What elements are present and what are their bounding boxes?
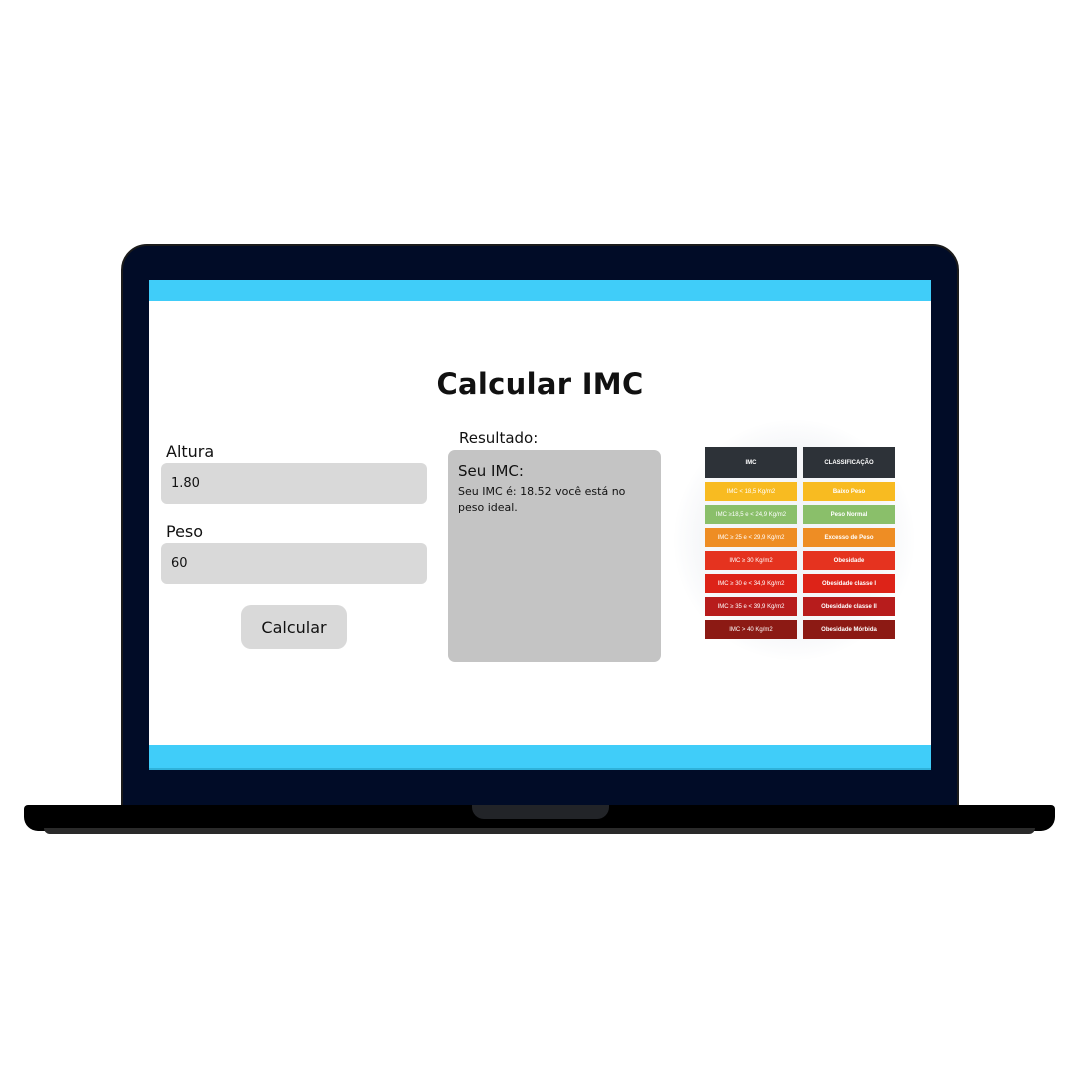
table-cell-range: IMC ≥18,5 e < 24,9 Kg/m2 [705,505,797,524]
table-cell-range: IMC ≥ 35 e < 39,9 Kg/m2 [705,597,797,616]
table-row: IMC ≥ 30 e < 34,9 Kg/m2 Obesidade classe … [705,574,895,593]
table-header-row: IMC CLASSIFICAÇÃO [705,447,895,478]
top-accent-bar [149,280,931,301]
page-title: Calcular IMC [436,367,644,401]
table-header-classificacao: CLASSIFICAÇÃO [803,447,895,478]
altura-label: Altura [166,442,215,461]
altura-input[interactable]: 1.80 [161,463,427,504]
laptop-mockup: Calcular IMC Altura 1.80 Peso 60 Calcula… [0,0,1080,1080]
imc-classification-table: IMC CLASSIFICAÇÃO IMC < 18,5 Kg/m2 Baixo … [705,447,895,643]
result-heading: Seu IMC: [458,462,524,480]
result-label: Resultado: [459,429,539,447]
table-row: IMC ≥ 25 e < 29,9 Kg/m2 Excesso de Peso [705,528,895,547]
result-box: Seu IMC: Seu IMC é: 18.52 você está no p… [448,450,661,662]
peso-input-value: 60 [171,556,188,571]
table-cell-classification: Peso Normal [803,505,895,524]
table-row: IMC ≥ 30 Kg/m2 Obesidade [705,551,895,570]
peso-label: Peso [166,522,204,541]
table-cell-classification: Obesidade [803,551,895,570]
peso-input[interactable]: 60 [161,543,427,584]
table-cell-range: IMC ≥ 30 Kg/m2 [705,551,797,570]
table-body: IMC < 18,5 Kg/m2 Baixo Peso IMC ≥18,5 e < … [705,482,895,639]
altura-input-value: 1.80 [171,476,200,491]
table-cell-range: IMC ≥ 30 e < 34,9 Kg/m2 [705,574,797,593]
table-cell-classification: Obesidade classe I [803,574,895,593]
laptop-notch [472,805,609,819]
table-row: IMC ≥18,5 e < 24,9 Kg/m2 Peso Normal [705,505,895,524]
table-cell-range: IMC ≥ 25 e < 29,9 Kg/m2 [705,528,797,547]
table-cell-classification: Excesso de Peso [803,528,895,547]
calcular-button[interactable]: Calcular [241,605,347,649]
table-header-imc: IMC [705,447,797,478]
table-row: IMC ≥ 35 e < 39,9 Kg/m2 Obesidade classe … [705,597,895,616]
table-cell-classification: Obesidade Mórbida [803,620,895,639]
table-row: IMC > 40 Kg/m2 Obesidade Mórbida [705,620,895,639]
table-cell-range: IMC > 40 Kg/m2 [705,620,797,639]
table-cell-classification: Baixo Peso [803,482,895,501]
bottom-accent-bar [149,745,931,770]
table-row: IMC < 18,5 Kg/m2 Baixo Peso [705,482,895,501]
result-text: Seu IMC é: 18.52 você está no peso ideal… [458,485,626,514]
app-screen: Calcular IMC Altura 1.80 Peso 60 Calcula… [149,280,931,770]
table-cell-range: IMC < 18,5 Kg/m2 [705,482,797,501]
laptop-base-edge [44,828,1035,834]
table-cell-classification: Obesidade classe II [803,597,895,616]
